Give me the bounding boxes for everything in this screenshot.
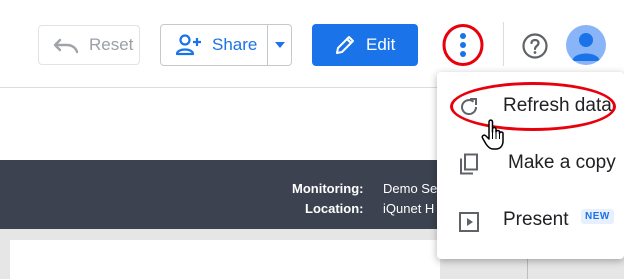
- hand-cursor-icon: [481, 119, 504, 150]
- share-label: Share: [212, 35, 258, 54]
- menu-item-label: Present: [503, 209, 569, 230]
- add-person-icon: [175, 34, 201, 56]
- highlight-annotation: [450, 82, 616, 131]
- avatar[interactable]: [566, 25, 606, 65]
- menu-item-make-a-copy[interactable]: Make a copy: [437, 139, 624, 189]
- more-options-button[interactable]: [441, 23, 485, 67]
- location-value: iQunet H: [383, 201, 435, 216]
- help-icon: [522, 33, 548, 59]
- reset-label: Reset: [89, 35, 134, 54]
- location-label: Location:: [305, 201, 364, 216]
- caret-down-icon: [274, 42, 285, 48]
- report-header-bar: [0, 160, 440, 229]
- reset-button[interactable]: Reset: [38, 25, 140, 65]
- undo-icon: [53, 38, 79, 54]
- toolbar-divider: [503, 22, 504, 66]
- account-icon: [572, 33, 600, 61]
- new-badge: NEW: [581, 209, 614, 224]
- edit-label: Edit: [366, 35, 396, 54]
- present-icon: [459, 212, 479, 232]
- report-page: [10, 240, 440, 279]
- pencil-icon: [336, 36, 354, 54]
- monitoring-label: Monitoring:: [292, 181, 364, 196]
- copy-icon: [460, 153, 478, 175]
- share-button[interactable]: Share: [161, 25, 267, 65]
- monitoring-value: Demo Se: [383, 181, 438, 196]
- menu-item-present[interactable]: Present NEW: [437, 196, 624, 246]
- menu-item-label: Make a copy: [508, 152, 616, 173]
- share-dropdown-button[interactable]: [268, 25, 291, 65]
- share-button-group: Share: [160, 24, 292, 66]
- more-vert-icon: [442, 24, 484, 66]
- help-button[interactable]: [521, 32, 549, 60]
- edit-button[interactable]: Edit: [312, 24, 418, 66]
